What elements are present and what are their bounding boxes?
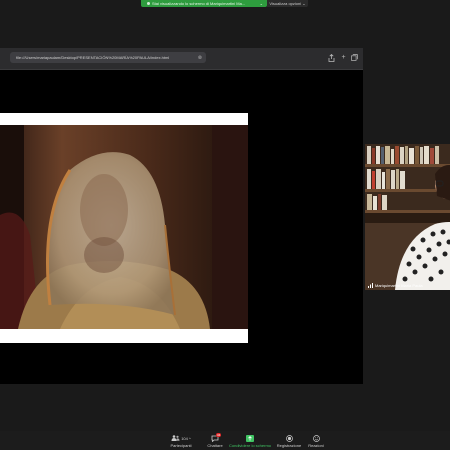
chevron-down-icon[interactable]: ⌄: [260, 1, 263, 6]
veiled-woman-image: [0, 125, 248, 329]
address-url: file:///Users/mariapaulam/Desktop/PRESEN…: [16, 55, 170, 60]
clear-icon[interactable]: ⊗: [198, 55, 202, 61]
smiley-icon: [312, 434, 320, 442]
view-options-button[interactable]: Visualizza opzioni ⌄: [267, 0, 308, 7]
share-screen-icon: [246, 434, 254, 442]
meeting-toolbar: 104 ^ Partecipanti 34 Chattare Condivide…: [0, 431, 450, 450]
tabs-overview-icon[interactable]: [350, 53, 359, 62]
participants-icon: [171, 435, 180, 441]
shared-screen: file:///Users/mariapaulam/Desktop/PRESEN…: [0, 48, 363, 384]
address-bar[interactable]: file:///Users/mariapaulam/Desktop/PRESEN…: [10, 52, 206, 63]
share-screen-button[interactable]: Condividere lo schermo: [228, 434, 272, 448]
record-icon: [285, 434, 293, 442]
video-frame: [0, 125, 248, 329]
signal-icon: [368, 283, 373, 288]
browser-toolbar: file:///Users/mariapaulam/Desktop/PRESEN…: [0, 48, 363, 70]
new-tab-icon[interactable]: +: [339, 53, 348, 62]
reactions-label: Reazioni: [308, 443, 324, 448]
participants-label: Partecipanti: [170, 443, 192, 448]
participant-name: Mariquimartini Maria Paula: [375, 283, 423, 288]
caret-up-icon[interactable]: ^: [189, 436, 191, 441]
participant-video: [365, 144, 450, 290]
chat-label: Chattare: [207, 443, 223, 448]
share-screen-label: Condividere lo schermo: [228, 443, 272, 448]
participants-count: 104: [181, 435, 188, 441]
presentation-slide: [0, 113, 248, 343]
share-indicator-icon: [147, 2, 150, 5]
screen-share-banner[interactable]: Stai visualizzando lo schermo di Mariqui…: [141, 0, 267, 7]
chat-badge: 34: [216, 433, 222, 437]
participants-button[interactable]: 104 ^ Partecipanti: [162, 434, 200, 448]
share-banner-text: Stai visualizzando lo schermo di Mariqui…: [152, 1, 246, 6]
participant-name-label: Mariquimartini Maria Paula: [368, 283, 423, 288]
share-icon[interactable]: [327, 53, 336, 62]
participant-video-tile[interactable]: Mariquimartini Maria Paula: [365, 144, 450, 290]
reactions-button[interactable]: Reazioni: [297, 434, 335, 448]
